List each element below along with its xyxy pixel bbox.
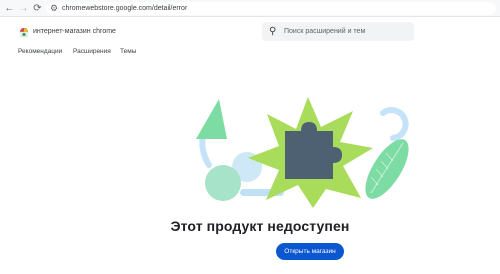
unavailable-extension-illustration — [196, 97, 409, 208]
open-store-button[interactable]: Открыть магазин — [276, 243, 344, 260]
search-placeholder: Поиск расширений и тем — [284, 28, 366, 35]
decor-triangle — [196, 99, 227, 139]
back-arrow-icon[interactable]: ← — [3, 2, 16, 15]
address-bar[interactable]: ⚙ chromewebstore.google.com/detail/error — [46, 2, 496, 15]
tab-recommendations[interactable]: Рекомендации — [18, 47, 62, 57]
tab-themes[interactable]: Темы — [120, 47, 136, 57]
tab-extensions[interactable]: Расширения — [73, 47, 111, 57]
chrome-web-store-logo-icon[interactable] — [19, 28, 29, 38]
search-icon: ⚲ — [269, 26, 277, 37]
store-name[interactable]: интернет-магазин chrome — [33, 27, 116, 37]
forward-arrow-icon[interactable]: → — [17, 2, 30, 15]
reload-icon[interactable]: ⟳ — [31, 2, 44, 15]
decor-circle-mint — [205, 165, 241, 201]
url-text[interactable]: chromewebstore.google.com/detail/error — [62, 3, 187, 14]
decor-ring — [380, 107, 409, 141]
browser-toolbar: ← → ⟳ ⚙ chromewebstore.google.com/detail… — [0, 0, 500, 17]
search-input[interactable]: ⚲ Поиск расширений и тем — [262, 22, 414, 41]
page-title: Этот продукт недоступен — [170, 218, 350, 234]
site-info-icon[interactable]: ⚙ — [50, 3, 58, 14]
